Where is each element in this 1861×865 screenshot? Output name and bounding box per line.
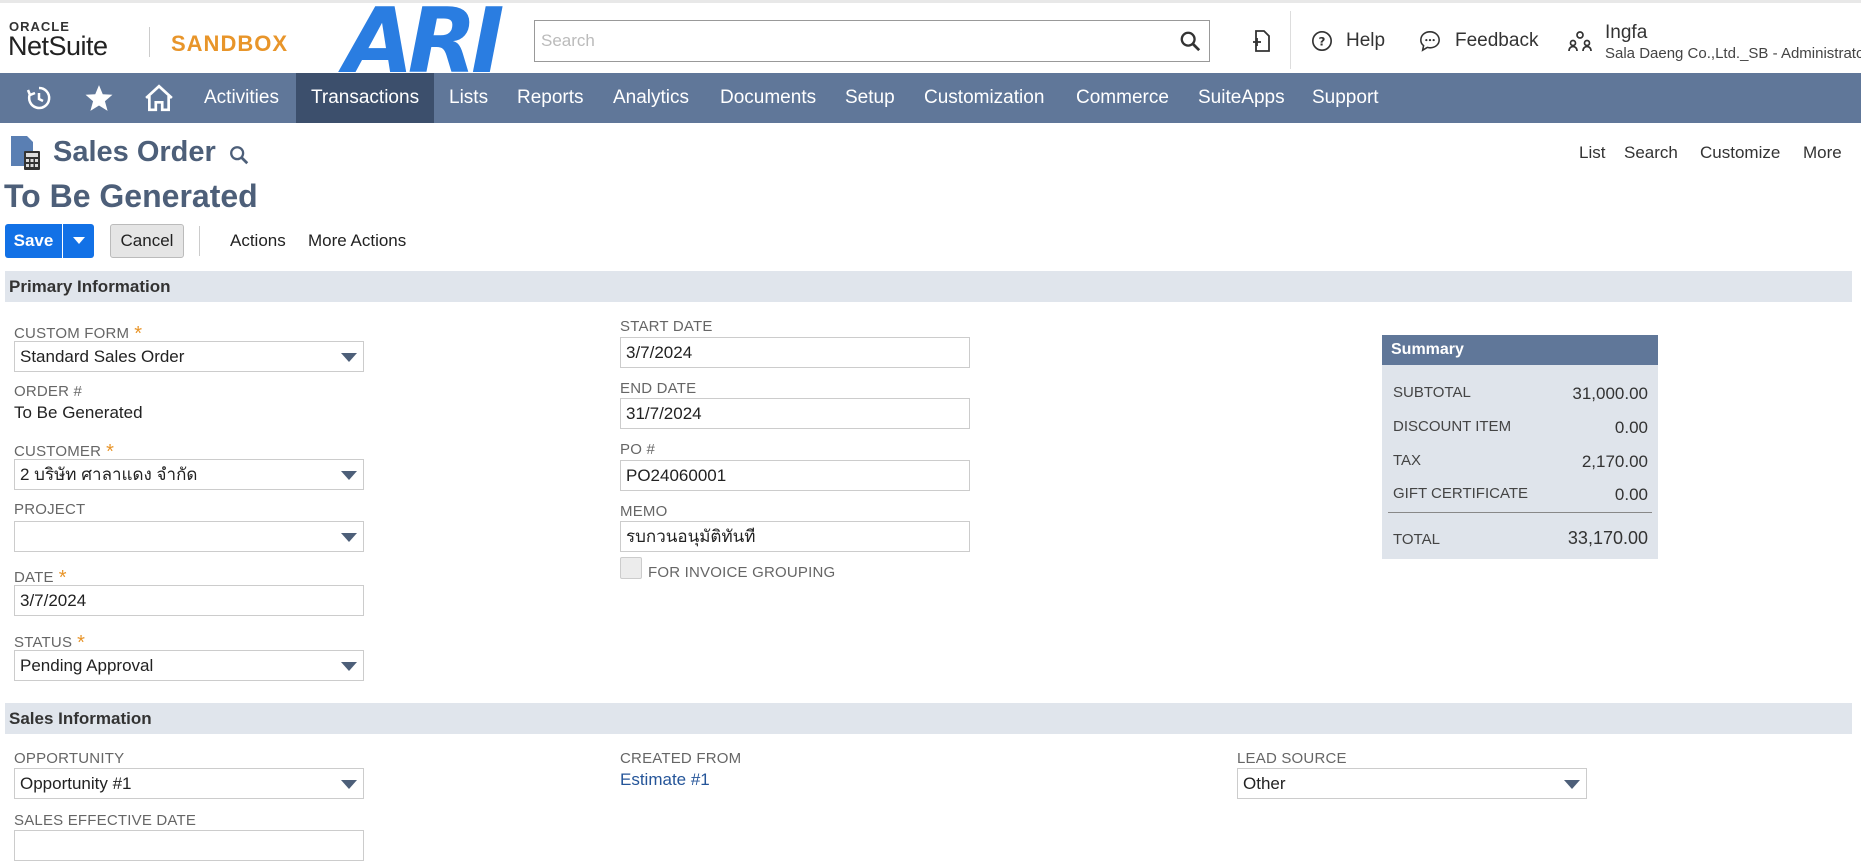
lead-source-select[interactable]: Other [1237, 768, 1587, 799]
chevron-down-icon [341, 533, 357, 542]
start-date-label: START DATE [620, 318, 713, 335]
order-number-label: ORDER # [14, 383, 83, 400]
status-select[interactable]: Pending Approval [14, 650, 364, 681]
created-from-label: CREATED FROM [620, 750, 742, 767]
nav-documents[interactable]: Documents [705, 73, 831, 123]
toolbar-divider [199, 226, 200, 256]
user-name[interactable]: Ingfa [1605, 22, 1647, 44]
nav-suiteapps[interactable]: SuiteApps [1183, 73, 1300, 123]
actions-menu[interactable]: Actions [230, 231, 286, 251]
global-search[interactable] [534, 20, 1210, 62]
header-divider [1290, 11, 1291, 69]
record-title: To Be Generated [4, 178, 258, 214]
nav-support[interactable]: Support [1297, 73, 1394, 123]
more-actions-menu[interactable]: More Actions [308, 231, 406, 251]
home-icon[interactable] [130, 73, 188, 123]
summary-discount-row: DISCOUNT ITEM 0.00 [1393, 418, 1648, 437]
summary-panel: Summary SUBTOTAL 31,000.00 DISCOUNT ITEM… [1382, 335, 1658, 559]
nav-reports[interactable]: Reports [502, 73, 599, 123]
invoice-grouping-checkbox[interactable] [620, 557, 642, 579]
nav-lists[interactable]: Lists [434, 73, 503, 123]
subtotal-label: SUBTOTAL [1393, 384, 1471, 401]
end-date-label: END DATE [620, 380, 697, 397]
project-select[interactable] [14, 521, 364, 552]
invoice-grouping-label: FOR INVOICE GROUPING [648, 564, 836, 581]
subtotal-value: 31,000.00 [1572, 384, 1648, 403]
created-from-link[interactable]: Estimate #1 [620, 770, 710, 790]
list-link[interactable]: List [1579, 143, 1605, 163]
order-number-value: To Be Generated [14, 403, 143, 422]
summary-subtotal-row: SUBTOTAL 31,000.00 [1393, 384, 1648, 403]
chevron-down-icon [341, 353, 357, 362]
nav-transactions[interactable]: Transactions [296, 73, 435, 123]
opportunity-label: OPPORTUNITY [14, 750, 125, 767]
chevron-down-icon [72, 237, 85, 244]
date-field[interactable]: 3/7/2024 [14, 585, 364, 616]
section-primary-information[interactable]: Primary Information [5, 271, 1852, 302]
sales-effective-date-field[interactable] [14, 830, 364, 861]
project-label: PROJECT [14, 501, 86, 518]
summary-divider [1388, 512, 1652, 513]
sales-order-icon [11, 136, 40, 170]
memo-label: MEMO [620, 503, 668, 520]
chevron-down-icon [341, 780, 357, 789]
tax-value: 2,170.00 [1581, 452, 1648, 471]
nav-setup[interactable]: Setup [830, 73, 910, 123]
po-number-label: PO # [620, 441, 655, 458]
recent-records-nav-icon[interactable] [10, 73, 68, 123]
customer-select[interactable]: 2 บริษัท ศาลาแดง จำกัด [14, 459, 364, 490]
logo-divider [149, 27, 150, 57]
customize-link[interactable]: Customize [1700, 143, 1780, 163]
gift-certificate-value: 0.00 [1614, 485, 1648, 504]
page-title: Sales Order [53, 136, 216, 168]
memo-field[interactable]: รบกวนอนุมัติทันที [620, 521, 970, 552]
netsuite-logo[interactable]: NetSuite [8, 31, 108, 62]
recent-records-icon[interactable] [1249, 29, 1273, 53]
search-icon[interactable] [1179, 30, 1201, 52]
record-search-icon[interactable] [228, 144, 250, 166]
svg-text:?: ? [1319, 35, 1326, 49]
summary-title: Summary [1382, 335, 1658, 365]
summary-tax-row: TAX 2,170.00 [1393, 452, 1648, 471]
more-link[interactable]: More [1803, 143, 1842, 163]
gift-certificate-label: GIFT CERTIFICATE [1393, 485, 1529, 502]
tax-label: TAX [1393, 452, 1422, 469]
sales-effective-date-label: SALES EFFECTIVE DATE [14, 812, 197, 829]
user-roles-icon[interactable] [1568, 29, 1592, 53]
help-icon[interactable]: ? [1311, 30, 1333, 52]
lead-source-label: LEAD SOURCE [1237, 750, 1347, 767]
discount-value: 0.00 [1614, 418, 1648, 437]
chevron-down-icon [341, 662, 357, 671]
total-value: 33,170.00 [1567, 528, 1648, 548]
favorites-star-icon[interactable] [70, 73, 128, 123]
total-label: TOTAL [1393, 531, 1440, 548]
chevron-down-icon [341, 471, 357, 480]
top-header: ORACLE NetSuite SANDBOX ARI ? Help Feedb… [0, 0, 1861, 87]
help-link[interactable]: Help [1346, 30, 1385, 52]
feedback-icon[interactable] [1418, 30, 1442, 52]
nav-analytics[interactable]: Analytics [598, 73, 704, 123]
user-role[interactable]: Sala Daeng Co.,Ltd._SB - Administrator [1605, 45, 1861, 62]
end-date-field[interactable]: 31/7/2024 [620, 398, 970, 429]
summary-total-row: TOTAL 33,170.00 [1393, 528, 1648, 548]
opportunity-select[interactable]: Opportunity #1 [14, 768, 364, 799]
po-number-field[interactable]: PO24060001 [620, 460, 970, 491]
sandbox-label: SANDBOX [171, 31, 289, 56]
start-date-field[interactable]: 3/7/2024 [620, 337, 970, 368]
summary-gift-row: GIFT CERTIFICATE 0.00 [1393, 485, 1648, 504]
nav-customization[interactable]: Customization [909, 73, 1059, 123]
search-input[interactable] [535, 21, 1155, 61]
chevron-down-icon [1564, 780, 1580, 789]
search-link[interactable]: Search [1624, 143, 1678, 163]
cancel-button[interactable]: Cancel [110, 224, 184, 258]
nav-commerce[interactable]: Commerce [1061, 73, 1184, 123]
save-options-button[interactable] [63, 224, 94, 258]
discount-label: DISCOUNT ITEM [1393, 418, 1512, 435]
main-nav: Activities Transactions Lists Reports An… [0, 73, 1861, 123]
section-sales-information[interactable]: Sales Information [5, 703, 1852, 734]
custom-form-select[interactable]: Standard Sales Order [14, 341, 364, 372]
feedback-link[interactable]: Feedback [1455, 30, 1538, 52]
nav-activities[interactable]: Activities [189, 73, 294, 123]
save-button[interactable]: Save [5, 224, 62, 258]
